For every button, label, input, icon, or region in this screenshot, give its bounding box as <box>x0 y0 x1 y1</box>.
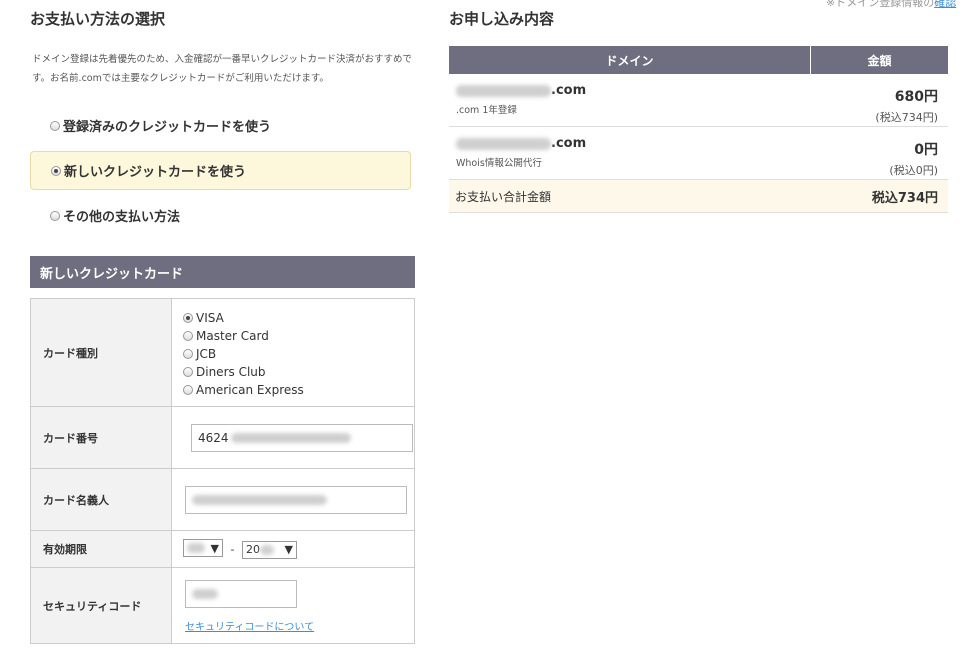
domain-info-note: ※ドメイン登録情報の確認 <box>826 0 956 10</box>
security-code-input[interactable] <box>185 580 297 608</box>
option-new-card[interactable]: 新しいクレジットカードを使う <box>30 151 411 190</box>
total-value: 税込734円 <box>810 179 948 213</box>
card-type-diners[interactable]: Diners Club <box>183 363 413 381</box>
radio-icon[interactable] <box>183 385 193 395</box>
option-saved-card[interactable]: 登録済みのクレジットカードを使う <box>30 106 411 145</box>
redacted-domain <box>456 84 551 97</box>
expiry-label: 有効期限 <box>30 530 172 568</box>
total-label: お支払い合計金額 <box>449 179 811 213</box>
expiry-month-select[interactable]: ▼ <box>183 539 223 558</box>
col-domain-header: ドメイン <box>449 46 811 74</box>
price-tax: (税込734円) <box>875 111 938 124</box>
payment-intro: ドメイン登録は先着優先のため、入金確認が一番早いクレジットカード決済がおすすめで… <box>32 54 413 84</box>
dropdown-arrow-icon: ▼ <box>210 541 219 555</box>
redacted-digits <box>230 432 351 443</box>
radio-selected-icon[interactable] <box>183 313 193 323</box>
price-value: 680円 <box>894 89 938 105</box>
price-tax: (税込0円) <box>889 164 938 177</box>
card-form-table: カード種別 VISA Master Card JCB Diners Club A… <box>30 298 415 644</box>
card-type-jcb[interactable]: JCB <box>183 345 413 363</box>
card-holder-label: カード名義人 <box>30 468 172 531</box>
card-number-input[interactable]: 4624 <box>191 423 413 452</box>
radio-icon[interactable] <box>183 367 193 377</box>
order-row: .com Whois情報公開代行 0円 (税込0円) <box>449 126 948 180</box>
order-row: .com .com 1年登録 680円 (税込734円) <box>449 74 948 127</box>
radio-icon[interactable] <box>183 349 193 359</box>
expiry-year-select[interactable]: 20 ▼ <box>241 540 297 559</box>
col-price-header: 金額 <box>810 46 948 74</box>
order-title: お申し込み内容 <box>449 10 555 28</box>
card-type-list: VISA Master Card JCB Diners Club America… <box>183 300 413 399</box>
domain-name: .com <box>450 128 810 151</box>
card-number-label: カード番号 <box>30 406 172 469</box>
order-table: ドメイン 金額 .com .com 1年登録 680円 (税込734円) .co… <box>449 46 948 213</box>
price-value: 0円 <box>914 142 938 158</box>
security-code-label: セキュリティコード <box>30 567 172 644</box>
security-code-help-link[interactable]: セキュリティコードについて <box>185 622 314 633</box>
payment-title: お支払い方法の選択 <box>30 10 166 28</box>
domain-option: Whois情報公開代行 <box>456 158 542 169</box>
radio-icon[interactable] <box>50 210 60 221</box>
radio-icon[interactable] <box>50 120 60 131</box>
radio-icon[interactable] <box>183 331 193 341</box>
new-card-header: 新しいクレジットカード <box>30 256 415 288</box>
domain-info-link[interactable]: 確認 <box>934 0 956 9</box>
domain-plan: .com 1年登録 <box>456 105 517 116</box>
domain-name: .com <box>450 75 810 98</box>
total-row: お支払い合計金額 税込734円 <box>449 179 948 213</box>
card-type-amex[interactable]: American Express <box>183 381 413 399</box>
radio-selected-icon[interactable] <box>51 165 61 176</box>
expiry-separator: - <box>230 543 235 557</box>
redacted-name <box>192 494 327 505</box>
redacted-domain <box>456 137 551 150</box>
card-type-mastercard[interactable]: Master Card <box>183 327 413 345</box>
card-type-visa[interactable]: VISA <box>183 309 413 327</box>
option-other-payment[interactable]: その他の支払い方法 <box>30 196 411 235</box>
dropdown-arrow-icon: ▼ <box>284 543 293 557</box>
redacted-code <box>192 589 218 599</box>
card-type-label: カード種別 <box>30 298 172 407</box>
card-holder-input[interactable] <box>185 485 407 514</box>
